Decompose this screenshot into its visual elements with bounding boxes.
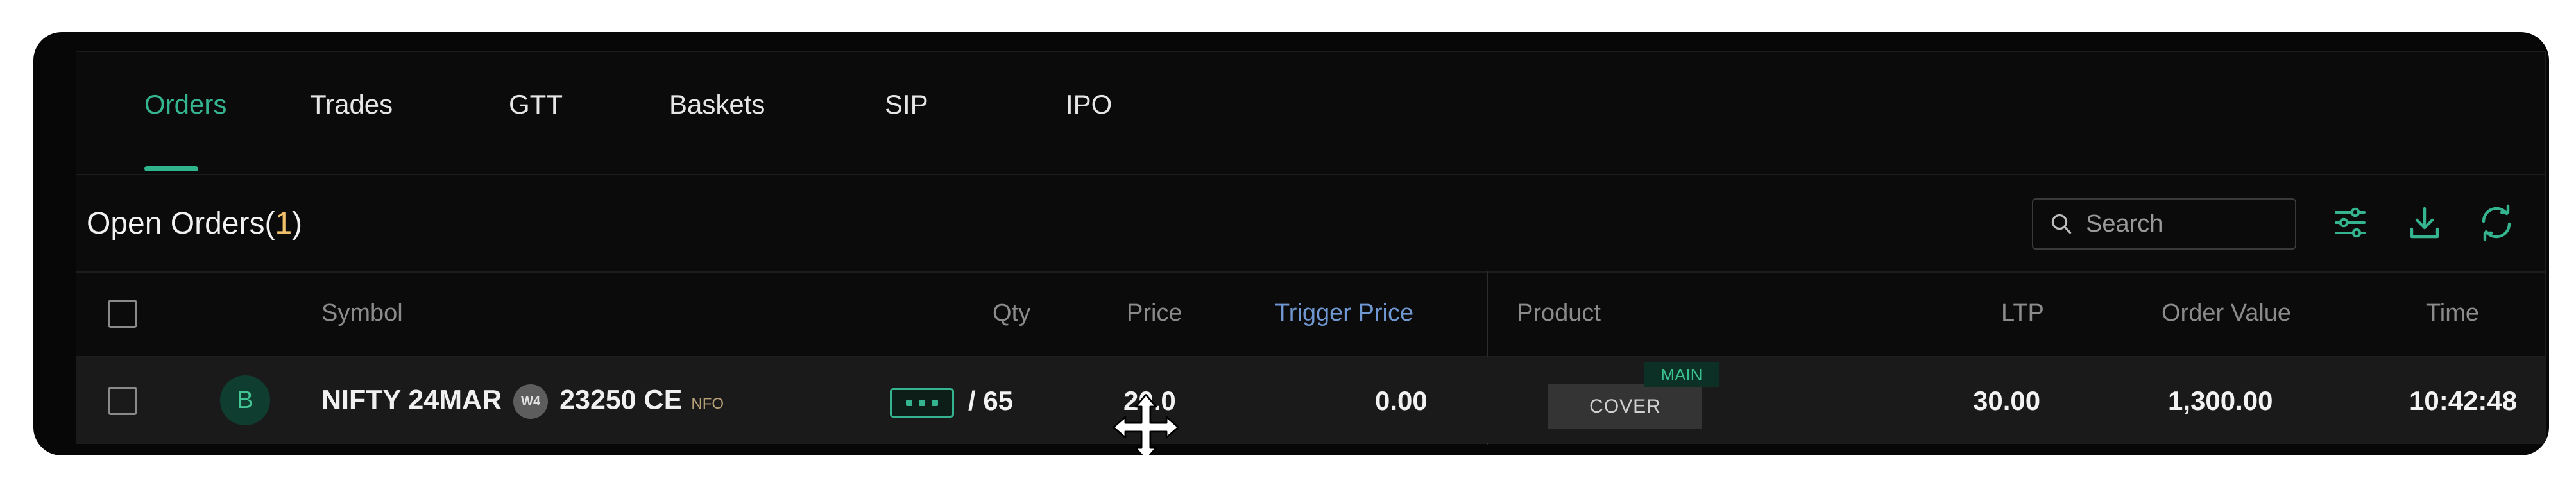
tab-orders[interactable]: Orders <box>144 89 226 120</box>
search-input[interactable] <box>2085 209 2292 239</box>
column-ltp[interactable]: LTP <box>2001 300 2044 327</box>
download-icon <box>2410 207 2439 239</box>
open-orders-count: 1 <box>275 207 293 241</box>
dot-icon <box>906 400 912 406</box>
column-product[interactable]: Product <box>1517 300 1601 327</box>
refresh-icon <box>2482 204 2511 241</box>
tab-bar: Orders Trades GTT Baskets SIP IPO <box>76 52 2545 175</box>
weekly-expiry-badge: W4 <box>513 384 549 419</box>
dot-icon <box>919 400 925 406</box>
orders-panel: Orders Trades GTT Baskets SIP IPO Open O… <box>33 32 2549 455</box>
select-all-checkbox[interactable] <box>108 300 137 328</box>
download-button[interactable] <box>2404 202 2445 243</box>
order-value: 1,300.00 <box>2168 386 2273 416</box>
column-time[interactable]: Time <box>2426 300 2479 327</box>
active-tab-indicator <box>144 166 198 171</box>
symbol-strike: 23250 CE <box>559 384 683 416</box>
orders-container: Orders Trades GTT Baskets SIP IPO Open O… <box>76 51 2546 455</box>
order-qty: / 65 <box>968 386 1014 416</box>
column-price[interactable]: Price <box>1127 300 1182 327</box>
product-badge: COVER <box>1548 384 1702 429</box>
column-trigger-price[interactable]: Trigger Price <box>1275 300 1413 327</box>
orders-header: Open Orders(1) <box>76 174 2545 273</box>
exchange-label: NFO <box>691 395 724 413</box>
order-ltp: 30.00 <box>1973 386 2041 416</box>
buy-side-badge: B <box>220 375 270 425</box>
filter-button[interactable] <box>2330 202 2371 243</box>
table-header: Symbol Qty Price Trigger Price Product L… <box>76 271 2545 357</box>
search-icon <box>2051 214 2072 234</box>
tab-sip[interactable]: SIP <box>885 89 928 120</box>
tab-baskets[interactable]: Baskets <box>669 89 765 120</box>
tab-gtt[interactable]: GTT <box>509 89 563 120</box>
move-cursor-icon <box>1113 394 1179 455</box>
search-box[interactable] <box>2032 198 2296 250</box>
column-order-value[interactable]: Order Value <box>2162 300 2291 327</box>
row-checkbox[interactable] <box>108 387 137 415</box>
tab-trades[interactable]: Trades <box>310 89 393 120</box>
order-symbol[interactable]: NIFTY 24MAR W4 23250 CE NFO <box>321 384 724 419</box>
tab-ipo[interactable]: IPO <box>1066 89 1112 120</box>
dot-icon <box>932 400 938 406</box>
symbol-name: NIFTY 24MAR <box>321 384 502 416</box>
main-order-tag: MAIN <box>1644 362 1719 387</box>
filter-icon <box>2335 207 2366 238</box>
column-qty[interactable]: Qty <box>993 300 1030 327</box>
column-symbol[interactable]: Symbol <box>321 300 403 327</box>
refresh-button[interactable] <box>2476 202 2517 243</box>
page-title: Open Orders(1) <box>87 207 303 241</box>
order-time: 10:42:48 <box>2409 386 2518 416</box>
table-row[interactable]: B NIFTY 24MARW423250 CENFO / 65 20.0 0.0… <box>76 357 2545 455</box>
order-trigger-price: 0.00 <box>1375 386 1428 416</box>
more-options-button[interactable] <box>890 388 954 418</box>
